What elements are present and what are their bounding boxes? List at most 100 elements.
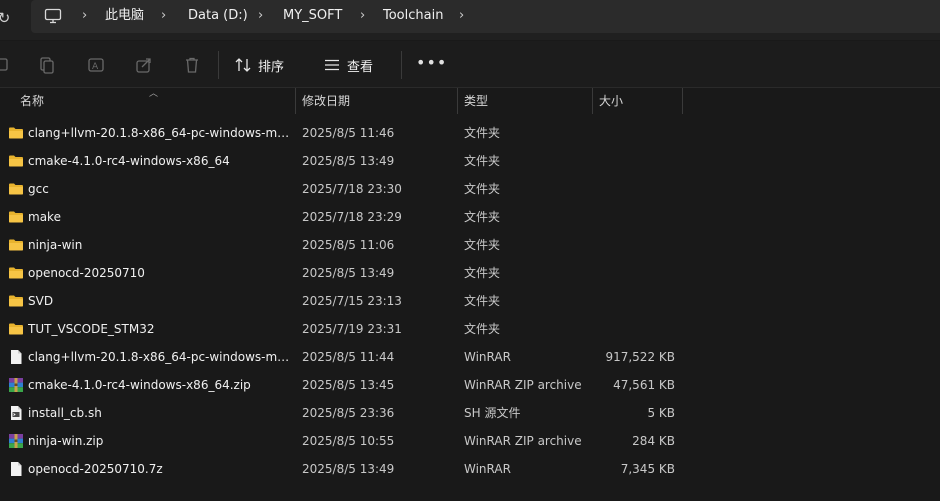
file-date: 2025/7/19 23:31 — [302, 322, 402, 336]
file-name[interactable]: install_cb.sh — [28, 399, 290, 427]
more-options-icon[interactable]: ••• — [416, 54, 446, 74]
breadcrumb-item-this-pc[interactable]: 此电脑 — [105, 8, 144, 24]
chevron-right-icon[interactable]: › — [360, 8, 365, 24]
file-row[interactable]: cmake-4.1.0-rc4-windows-x86_64 2025/8/5 1… — [0, 147, 940, 175]
file-type: 文件夹 — [464, 238, 501, 252]
this-pc-icon[interactable] — [44, 8, 62, 24]
file-size — [595, 315, 675, 343]
file-date: 2025/8/5 13:49 — [302, 154, 395, 168]
sort-button[interactable]: 排序 — [234, 53, 284, 77]
file-type: WinRAR — [464, 350, 511, 364]
file-name[interactable]: SVD — [28, 287, 290, 315]
column-header-type[interactable]: 类型 — [464, 88, 488, 114]
column-divider[interactable] — [682, 88, 683, 114]
file-row[interactable]: clang+llvm-20.1.8-x86_64-pc-windows-msvc… — [0, 119, 940, 147]
breadcrumb-item-my-soft[interactable]: MY_SOFT — [283, 8, 342, 24]
folder-icon — [9, 267, 23, 279]
svg-text:A: A — [92, 62, 99, 72]
file-date: 2025/8/5 10:55 — [302, 434, 395, 448]
file-name[interactable]: openocd-20250710 — [28, 259, 290, 287]
file-size: 47,561 KB — [613, 378, 675, 392]
chevron-right-icon[interactable]: › — [161, 8, 166, 24]
file-date: 2025/8/5 11:46 — [302, 126, 395, 140]
file-date: 2025/8/5 23:36 — [302, 406, 395, 420]
file-name[interactable]: cmake-4.1.0-rc4-windows-x86_64.zip — [28, 371, 290, 399]
share-icon[interactable] — [135, 56, 153, 74]
file-row[interactable]: TUT_VSCODE_STM32 2025/7/19 23:31 文件夹 — [0, 315, 940, 343]
file-row[interactable]: ninja-win 2025/8/5 11:06 文件夹 — [0, 231, 940, 259]
file-date: 2025/8/5 13:49 — [302, 266, 395, 280]
refresh-icon[interactable]: ↻ — [0, 8, 14, 28]
column-header-name[interactable]: 名称 — [20, 88, 44, 114]
view-label: 查看 — [347, 59, 374, 75]
file-date: 2025/8/5 13:49 — [302, 462, 395, 476]
file-size: 7,345 KB — [620, 462, 675, 476]
file-type: 文件夹 — [464, 266, 501, 280]
file-size — [595, 259, 675, 287]
toolbar-divider — [401, 51, 402, 79]
file-name[interactable]: gcc — [28, 175, 290, 203]
winrar-zip-icon — [9, 378, 23, 392]
file-row[interactable]: install_cb.sh 2025/8/5 23:36 SH 源文件 5 KB — [0, 399, 940, 427]
column-header-row: 名称 修改日期 类型 大小 — [0, 88, 940, 114]
file-type: WinRAR ZIP archive — [464, 378, 582, 392]
file-size — [595, 287, 675, 315]
chevron-right-icon[interactable]: › — [82, 8, 87, 24]
file-row[interactable]: openocd-20250710 2025/8/5 13:49 文件夹 — [0, 259, 940, 287]
file-size — [595, 203, 675, 231]
chevron-right-icon[interactable]: › — [258, 8, 263, 24]
file-name[interactable]: TUT_VSCODE_STM32 — [28, 315, 290, 343]
file-type: 文件夹 — [464, 210, 501, 224]
file-icon — [11, 462, 22, 476]
file-row[interactable]: clang+llvm-20.1.8-x86_64-pc-windows-msv.… — [0, 343, 940, 371]
breadcrumb-item-data-drive[interactable]: Data (D:) — [188, 8, 248, 24]
file-type: 文件夹 — [464, 182, 501, 196]
file-type: 文件夹 — [464, 126, 501, 140]
file-row[interactable]: SVD 2025/7/15 23:13 文件夹 — [0, 287, 940, 315]
file-name[interactable]: cmake-4.1.0-rc4-windows-x86_64 — [28, 147, 290, 175]
cut-icon[interactable] — [0, 56, 14, 74]
copy-icon[interactable] — [38, 56, 56, 74]
view-button[interactable]: 查看 — [323, 53, 373, 77]
file-type: WinRAR — [464, 462, 511, 476]
column-divider[interactable] — [592, 88, 593, 114]
sort-icon — [235, 58, 251, 72]
folder-icon — [9, 295, 23, 307]
file-type: 文件夹 — [464, 322, 501, 336]
file-type: SH 源文件 — [464, 406, 521, 420]
delete-icon[interactable] — [183, 56, 201, 74]
file-name[interactable]: make — [28, 203, 290, 231]
breadcrumb[interactable]: › 此电脑 › Data (D:) › MY_SOFT › Toolchain … — [31, 0, 940, 33]
folder-icon — [9, 127, 23, 139]
file-name[interactable]: ninja-win — [28, 231, 290, 259]
folder-icon — [9, 323, 23, 335]
rename-icon[interactable]: A — [87, 56, 105, 74]
file-name[interactable]: openocd-20250710.7z — [28, 455, 290, 483]
column-divider[interactable] — [457, 88, 458, 114]
file-size: 284 KB — [632, 434, 675, 448]
sort-label: 排序 — [258, 59, 285, 75]
file-type: WinRAR ZIP archive — [464, 434, 582, 448]
file-size — [595, 175, 675, 203]
file-name[interactable]: clang+llvm-20.1.8-x86_64-pc-windows-msvc — [28, 119, 290, 147]
file-name[interactable]: clang+llvm-20.1.8-x86_64-pc-windows-msv.… — [28, 343, 290, 371]
file-row[interactable]: ninja-win.zip 2025/8/5 10:55 WinRAR ZIP ar… — [0, 427, 940, 455]
file-row[interactable]: make 2025/7/18 23:29 文件夹 — [0, 203, 940, 231]
file-date: 2025/8/5 11:44 — [302, 350, 395, 364]
file-row[interactable]: cmake-4.1.0-rc4-windows-x86_64.zip 2025/8… — [0, 371, 940, 399]
folder-icon — [9, 239, 23, 251]
command-bar: A 排序 查看 ••• — [0, 41, 940, 88]
file-size — [595, 119, 675, 147]
folder-icon — [9, 155, 23, 167]
chevron-right-icon[interactable]: › — [459, 8, 464, 24]
file-size: 5 KB — [647, 406, 675, 420]
file-row[interactable]: gcc 2025/7/18 23:30 文件夹 — [0, 175, 940, 203]
folder-icon — [9, 211, 23, 223]
breadcrumb-item-toolchain[interactable]: Toolchain — [383, 8, 443, 24]
column-divider[interactable] — [295, 88, 296, 114]
file-row[interactable]: openocd-20250710.7z 2025/8/5 13:49 WinRAR 7… — [0, 455, 940, 483]
column-header-size[interactable]: 大小 — [599, 88, 623, 114]
column-header-date[interactable]: 修改日期 — [302, 88, 350, 114]
file-type: 文件夹 — [464, 154, 501, 168]
file-name[interactable]: ninja-win.zip — [28, 427, 290, 455]
